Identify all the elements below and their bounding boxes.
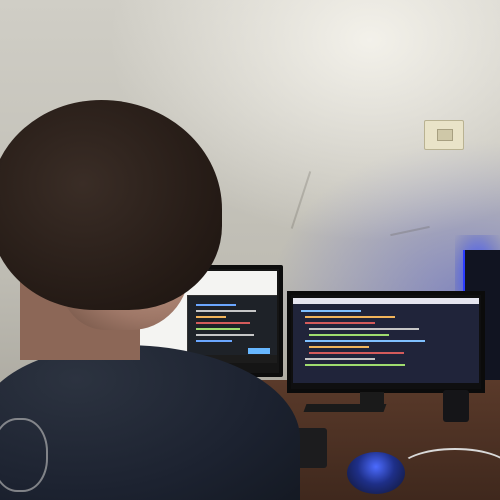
- mouse-cable: [398, 448, 500, 492]
- monitor-right-base: [303, 404, 387, 412]
- monitor-right: [287, 291, 485, 393]
- editor-title-bar: [293, 298, 479, 304]
- mouse-icon: [347, 452, 405, 494]
- outlet-icon: [424, 120, 464, 150]
- speaker: [443, 390, 469, 422]
- photo-scene: [0, 0, 500, 500]
- monitor-right-stand: [360, 392, 384, 404]
- monitor-right-screen: [293, 298, 479, 383]
- shirt-emblem: [0, 418, 48, 492]
- code-editor-window: [187, 295, 277, 363]
